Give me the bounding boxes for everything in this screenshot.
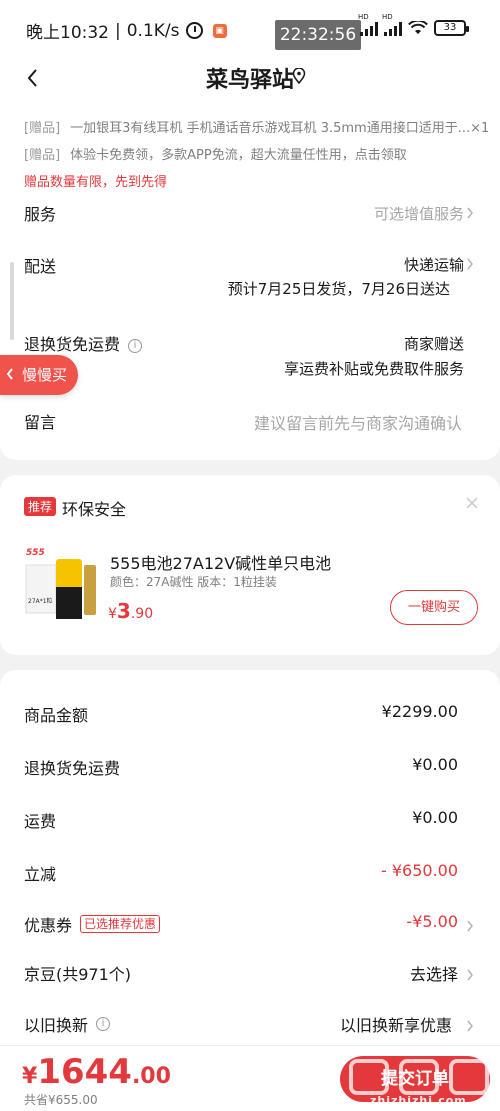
return-label: 退换货免运费 i bbox=[24, 331, 143, 355]
one-click-buy-button[interactable]: 一键购买 bbox=[390, 590, 478, 625]
chevron-left-icon bbox=[6, 368, 13, 380]
info-icon[interactable]: i bbox=[96, 1017, 111, 1031]
summary-row: 商品金额 ¥2299.00 bbox=[0, 698, 500, 728]
discount-value: - ¥650.00 bbox=[380, 861, 458, 880]
network-speed: 0.1K/s bbox=[126, 20, 180, 41]
location-pin-icon[interactable] bbox=[292, 68, 306, 84]
signal-icon-2: HD bbox=[382, 13, 402, 36]
page-title: 菜鸟驿站 bbox=[205, 68, 294, 93]
scroll-indicator bbox=[10, 262, 14, 340]
recommend-title: 环保安全 bbox=[62, 500, 127, 519]
svg-text:555: 555 bbox=[26, 548, 45, 558]
coupon-row[interactable]: 优惠券 已选推荐优惠 -¥5.00 bbox=[0, 908, 500, 938]
coupon-tag: 已选推荐优惠 bbox=[80, 915, 161, 933]
jingdou-row[interactable]: 京豆(共971个) 去选择 bbox=[0, 957, 500, 987]
product-price: ¥3.90 bbox=[108, 599, 154, 623]
summary-value: ¥0.00 bbox=[412, 755, 458, 774]
jingdou-value[interactable]: 去选择 bbox=[410, 961, 458, 985]
coupon-value[interactable]: -¥5.00 bbox=[406, 912, 458, 931]
chevron-right-icon[interactable] bbox=[466, 207, 474, 219]
saved-amount: 共省¥655.00 bbox=[24, 1093, 98, 1107]
summary-value: ¥0.00 bbox=[412, 808, 458, 827]
return-value: 商家赠送 bbox=[403, 335, 464, 353]
wifi-icon bbox=[408, 21, 428, 34]
slow-buy-button[interactable]: 慢慢买 bbox=[0, 355, 78, 395]
alarm-icon bbox=[185, 22, 203, 39]
gift-item[interactable]: [赠品] 一加银耳3有线耳机 手机通话音乐游戏耳机 3.5mm通用接口适用于...… bbox=[24, 117, 489, 136]
header: 菜鸟驿站 bbox=[0, 58, 500, 100]
signal-icon: HD bbox=[358, 13, 378, 36]
app-notification-icon: ▣ bbox=[212, 23, 227, 38]
summary-label: 以旧换新 i bbox=[24, 1012, 111, 1036]
delivery-eta: 预计7月25日发货，7月26日送达 bbox=[227, 280, 450, 298]
gift-limit-notice: 赠品数量有限，先到先得 bbox=[24, 175, 168, 190]
summary-row: 退换货免运费 ¥0.00 bbox=[0, 751, 500, 781]
summary-label: 商品金额 bbox=[24, 706, 89, 725]
message-input[interactable]: 建议留言前先与商家沟通确认 bbox=[254, 410, 462, 434]
status-right: HD HD 33 bbox=[358, 13, 469, 36]
summary-row: 立减 - ¥650.00 bbox=[0, 857, 500, 887]
return-sub: 享运费补贴或免费取件服务 bbox=[283, 360, 464, 378]
summary-label: 运费 bbox=[24, 812, 57, 831]
order-options-card: [赠品] 一加银耳3有线耳机 手机通话音乐游戏耳机 3.5mm通用接口适用于...… bbox=[0, 100, 500, 460]
status-bar: 晚上10:32 | 0.1K/s ▣ 22:32:56 HD HD 33 bbox=[0, 0, 500, 58]
overlay-clock: 22:32:56 bbox=[275, 20, 361, 50]
delivery-value[interactable]: 快递运输 bbox=[404, 254, 464, 275]
recommend-badge: 推荐 bbox=[24, 497, 57, 516]
chevron-right-icon[interactable] bbox=[466, 258, 474, 270]
trade-in-row[interactable]: 以旧换新 i 以旧换新享优惠 bbox=[0, 1008, 500, 1038]
product-image[interactable]: 555 27A*1粒 bbox=[22, 541, 102, 621]
product-name[interactable]: 555电池27A12V碱性单只电池 bbox=[110, 550, 331, 574]
summary-label: 京豆(共971个) bbox=[24, 965, 132, 984]
message-label: 留言 bbox=[24, 413, 57, 432]
summary-label: 退换货免运费 bbox=[24, 759, 121, 778]
gift-item[interactable]: [赠品] 体验卡免费领，多款APP免流，超大流量任性用，点击领取 bbox=[24, 144, 407, 163]
delivery-label: 配送 bbox=[24, 257, 57, 276]
status-left: 晚上10:32 | 0.1K/s ▣ bbox=[26, 18, 227, 43]
info-icon[interactable]: i bbox=[128, 338, 143, 353]
battery-icon: 33 bbox=[434, 20, 469, 36]
summary-label: 优惠券 已选推荐优惠 bbox=[24, 912, 161, 936]
summary-row: 运费 ¥0.00 bbox=[0, 804, 500, 834]
total-price: ¥1644.00 bbox=[22, 1052, 171, 1092]
summary-value: ¥2299.00 bbox=[381, 702, 458, 721]
summary-label: 立减 bbox=[24, 865, 57, 884]
trade-in-value[interactable]: 以旧换新享优惠 bbox=[340, 1012, 452, 1036]
chevron-right-icon[interactable] bbox=[466, 920, 474, 932]
status-time: 晚上10:32 bbox=[26, 23, 109, 43]
watermark-text: zhizhizhi.com bbox=[370, 1094, 467, 1107]
service-label: 服务 bbox=[24, 205, 57, 224]
chevron-right-icon[interactable] bbox=[466, 1020, 474, 1032]
service-value[interactable]: 可选增值服务 bbox=[374, 203, 464, 224]
close-icon[interactable] bbox=[466, 497, 478, 509]
svg-text:27A*1粒: 27A*1粒 bbox=[28, 597, 53, 605]
recommendation-card: 推荐 环保安全 555 27A*1粒 555电池27A12V碱性单只电池 颜色：… bbox=[0, 475, 500, 655]
chevron-right-icon[interactable] bbox=[466, 969, 474, 981]
product-spec: 颜色：27A碱性 版本：1粒挂装 bbox=[110, 575, 277, 589]
